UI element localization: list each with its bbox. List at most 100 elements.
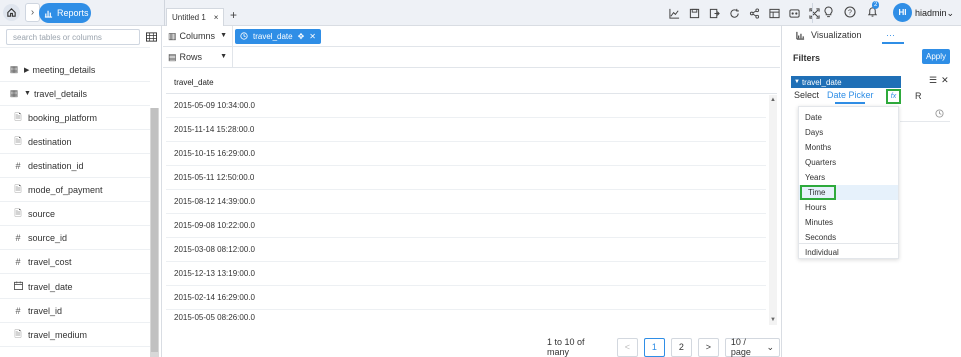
save-icon[interactable] [686, 5, 702, 21]
hash-icon: # [15, 305, 21, 316]
list-item[interactable]: travel_date [0, 275, 150, 299]
menu-item[interactable]: Quarters [799, 155, 898, 170]
rows-label: Rows [179, 52, 203, 62]
export-icon[interactable] [706, 5, 722, 21]
filter-actions: ☰ ✕ [929, 75, 949, 86]
pagination: 1 to 10 of many < 1 2 > 10 / page ⌄ [547, 337, 780, 357]
page-1-button[interactable]: 1 [643, 337, 665, 357]
chevron-right-icon: › [30, 7, 35, 18]
caret-down-icon: ▼ [220, 52, 227, 60]
hash-icon: # [15, 256, 21, 267]
caret-down-icon: ▼ [220, 31, 227, 39]
table-row[interactable]: 2015-10-15 16:29:00.0 [166, 142, 766, 166]
close-icon[interactable]: ✕ [309, 32, 316, 41]
scrollbar-thumb[interactable] [151, 108, 158, 352]
list-item[interactable]: # travel_id [0, 299, 150, 323]
table-row[interactable]: 2015-11-14 15:28:00.0 [166, 118, 766, 142]
bar-chart-icon [796, 31, 805, 40]
page-size-select[interactable]: 10 / page ⌄ [724, 337, 780, 357]
more-options-icon[interactable]: ··· [886, 30, 895, 40]
list-icon[interactable]: ☰ [929, 75, 937, 86]
table-row[interactable]: 2015-09-08 10:22:00.0 [166, 214, 766, 238]
notification-bell-icon[interactable]: 2 [864, 1, 880, 20]
list-item[interactable]: # travel_cost [0, 250, 150, 274]
svg-text:?: ? [848, 10, 852, 17]
fx-tab-button[interactable]: fx [886, 89, 901, 104]
table-row[interactable]: 2015-05-09 10:34:00.0 [166, 94, 766, 118]
rows-shelf-label[interactable]: ▤ Rows ▼ [163, 46, 233, 68]
table-row[interactable]: 2015-12-13 13:19:00.0 [166, 262, 766, 286]
tab-r[interactable]: R [915, 91, 922, 101]
menu-item[interactable]: Months [799, 140, 898, 155]
clock-icon[interactable] [935, 109, 944, 120]
theme-icon[interactable] [786, 5, 802, 21]
layout-icon[interactable] [766, 5, 782, 21]
help-icon[interactable]: ? [842, 4, 858, 20]
list-item[interactable]: # source_id [0, 226, 150, 250]
home-button[interactable] [3, 4, 20, 21]
document-icon: 🗎 [14, 328, 22, 339]
line-chart-icon[interactable] [666, 5, 682, 21]
list-item[interactable]: 🗎 destination [0, 130, 150, 154]
add-tab-button[interactable]: + [230, 8, 237, 22]
move-icon[interactable]: ✥ [298, 32, 305, 41]
refresh-icon[interactable] [726, 5, 742, 21]
menu-item[interactable]: Minutes [799, 215, 898, 230]
tab-untitled[interactable]: Untitled 1 × [166, 8, 224, 26]
next-page-button[interactable]: > [697, 337, 719, 357]
table-row[interactable]: 2015-02-14 16:29:00.0 [166, 286, 766, 310]
list-item-label: mode_of_payment [28, 184, 103, 195]
table-row[interactable]: 2015-03-08 08:12:00.0 [166, 238, 766, 262]
bar-chart-icon [44, 10, 53, 18]
page-2-button[interactable]: 2 [670, 337, 692, 357]
list-item[interactable]: 🗎 source [0, 202, 150, 226]
list-item-label: source [28, 208, 56, 219]
menu-item[interactable]: Individual [799, 245, 898, 260]
table-row[interactable]: 2015-05-11 12:50:00.0 [166, 166, 766, 190]
list-item[interactable]: 🗎 travel_medium [0, 323, 150, 347]
table-row[interactable]: 2015-05-05 08:26:00.0 [166, 310, 766, 325]
tab-underline [882, 42, 904, 44]
list-item-label: travel_cost [28, 256, 72, 267]
column-header[interactable]: travel_date [166, 72, 777, 94]
list-item-label: source_id [28, 232, 68, 243]
menu-item-time[interactable]: Time [800, 185, 836, 200]
column-chip[interactable]: travel_date ✥ ✕ [235, 28, 321, 44]
properties-panel: Visualization ··· Filters Apply ▼ travel… [781, 26, 961, 357]
filter-field-name: travel_date [801, 77, 842, 87]
visualization-tab[interactable]: Visualization [782, 26, 961, 44]
columns-shelf-label[interactable]: ▥ Columns ▼ [163, 25, 233, 47]
page-size-value: 10 / page [730, 337, 751, 357]
apply-button[interactable]: Apply [922, 49, 950, 64]
menu-item[interactable]: Years [799, 170, 898, 185]
list-item-label: booking_platform [28, 112, 98, 123]
avatar[interactable]: HI [893, 3, 912, 22]
clock-icon [240, 32, 248, 40]
menu-item[interactable]: Hours [799, 200, 898, 215]
table-row[interactable]: 2015-08-12 14:39:00.0 [166, 190, 766, 214]
menu-item[interactable]: Days [799, 125, 898, 140]
list-item[interactable]: ▦ ▶ meeting_details [0, 58, 150, 82]
reports-button[interactable]: Reports [39, 3, 91, 23]
grid-scrollbar[interactable]: ▲ ▼ [769, 95, 777, 325]
tab-select[interactable]: Select [794, 90, 819, 100]
list-item[interactable]: # destination_id [0, 154, 150, 178]
close-tab-icon[interactable]: × [214, 13, 219, 22]
user-menu[interactable]: hiadmin⌄ [915, 8, 954, 19]
list-item[interactable]: 🗎 booking_platform [0, 106, 150, 130]
columns-icon: ▥ [168, 30, 177, 41]
calendar-icon [12, 281, 24, 292]
prev-page-button[interactable]: < [616, 337, 638, 357]
list-item[interactable]: ▦ ▼ travel_details [0, 82, 150, 106]
rows-shelf: ▤ Rows ▼ [163, 46, 780, 68]
close-icon[interactable]: ✕ [941, 75, 949, 86]
share-icon[interactable] [746, 5, 762, 21]
scroll-down-icon[interactable]: ▼ [770, 317, 776, 323]
lightbulb-icon[interactable] [820, 4, 836, 20]
expand-nav-button[interactable]: › [25, 3, 40, 22]
scroll-up-icon[interactable]: ▲ [770, 97, 776, 103]
list-item[interactable]: 🗎 mode_of_payment [0, 178, 150, 202]
menu-item[interactable]: Date [799, 110, 898, 125]
filter-header[interactable]: ▼ travel_date [791, 76, 901, 88]
tab-date-picker[interactable]: Date Picker [827, 90, 874, 100]
